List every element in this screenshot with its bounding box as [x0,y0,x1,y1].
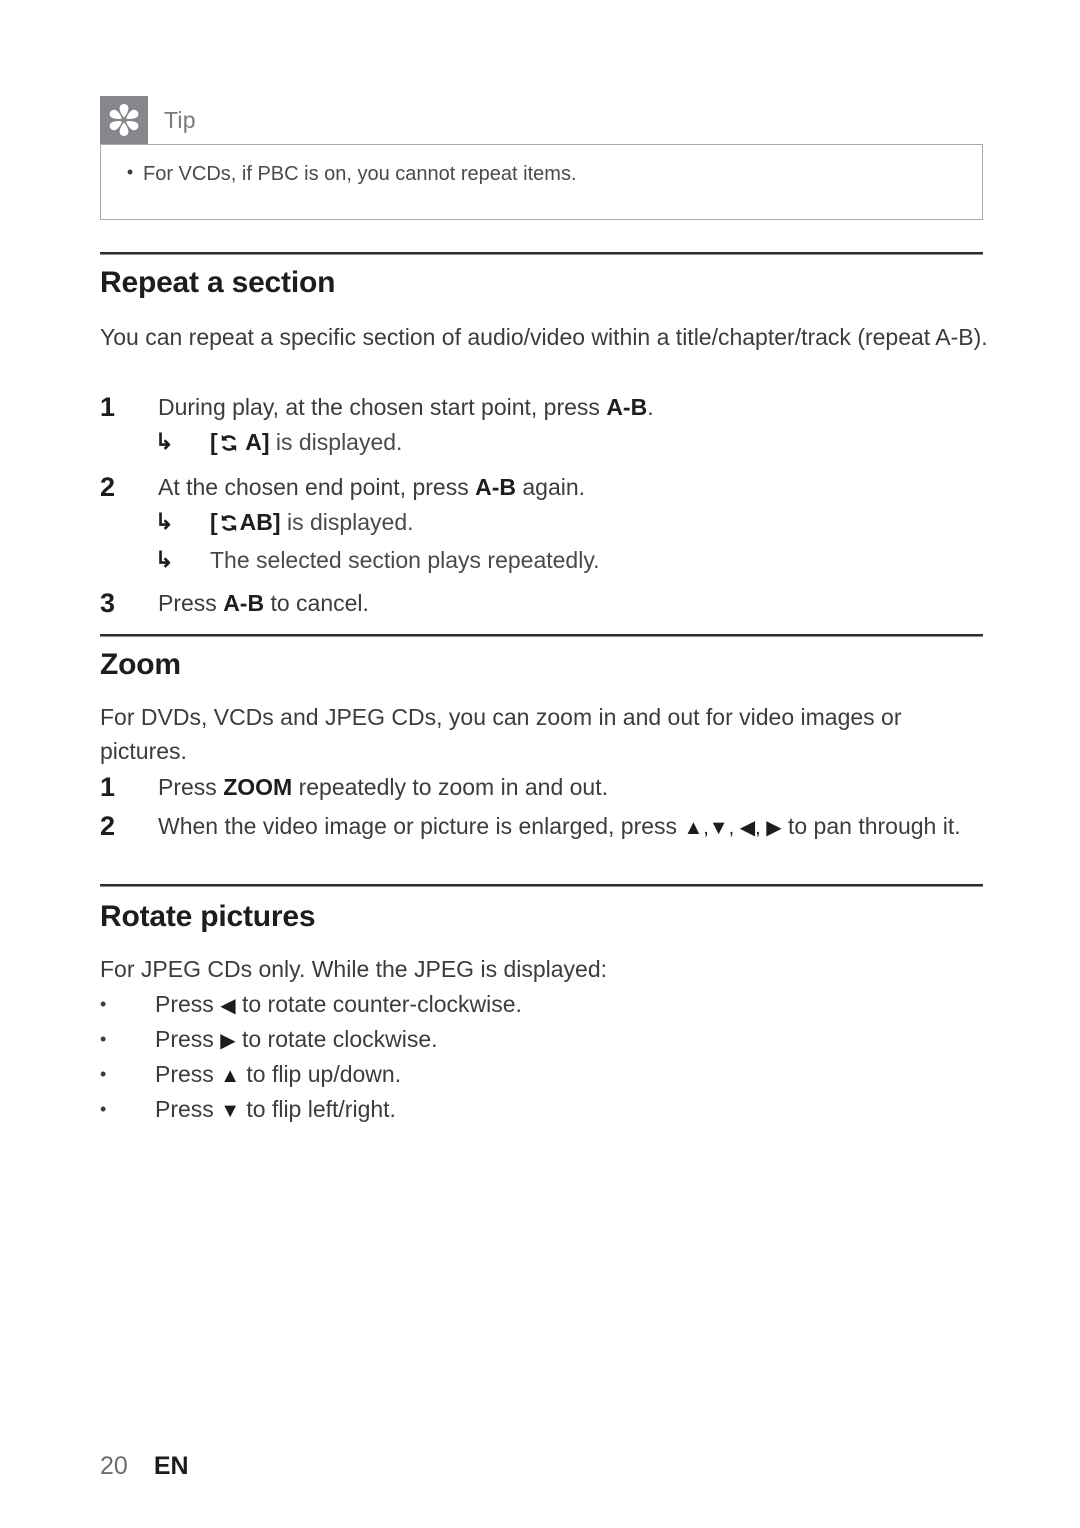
tip-note-text: For VCDs, if PBC is on, you cannot repea… [143,163,577,185]
rotate-bullet-cw: • Press ▶ to rotate clockwise. [100,1022,990,1056]
section-heading-repeat: Repeat a section [100,266,336,299]
step-text: Press ZOOM repeatedly to zoom in and out… [158,774,608,800]
step-number: 3 [100,588,116,618]
section-rule-zoom [100,634,983,637]
result-arrow-icon: ↳ [155,547,174,572]
key-label: A-B [475,474,516,500]
step-repeat-1: 1 During play, at the chosen start point… [100,390,990,424]
arrow-down-icon: ▼ [220,1100,240,1122]
tip-note-body: • For VCDs, if PBC is on, you cannot rep… [100,144,983,220]
result-arrow-icon: ↳ [155,509,174,534]
bullet-glyph: • [100,1029,107,1049]
section-heading-zoom: Zoom [100,648,181,681]
step-zoom-2: 2 When the video image or picture is enl… [100,809,990,843]
result-arrow-icon: ↳ [155,429,174,454]
bullet-text: Press ◀ to rotate counter-clockwise. [155,991,522,1017]
section-intro-zoom: For DVDs, VCDs and JPEG CDs, you can zoo… [100,704,902,764]
step-text: When the video image or picture is enlar… [158,813,961,839]
rotate-bullet-flip-leftright: • Press ▼ to flip left/right. [100,1092,990,1126]
subline-text: [AB] is displayed. [210,509,414,535]
step-number: 2 [100,472,116,502]
step-text: At the chosen end point, press A-B again… [158,474,586,500]
arrow-up-icon: ▲ [220,1065,240,1087]
section-rule-rotate [100,884,983,887]
bullet-glyph: • [100,1064,107,1084]
manual-page: Tip • For VCDs, if PBC is on, you cannot… [0,0,1080,1528]
tip-note-box: Tip • For VCDs, if PBC is on, you cannot… [100,96,983,220]
step-text: During play, at the chosen start point, … [158,394,654,420]
section-rule-repeat [100,252,983,255]
key-label: ZOOM [223,774,293,800]
arrow-right-icon: ▶ [220,1030,236,1052]
key-label: A-B [223,590,265,616]
subline-repeat-ab: ↳ [AB] is displayed. [155,505,985,539]
page-number: 20 [100,1452,128,1480]
tip-note-item: • For VCDs, if PBC is on, you cannot rep… [101,161,982,187]
bullet-glyph: • [100,1099,107,1119]
step-repeat-3: 3 Press A-B to cancel. [100,586,990,620]
key-label: A-B [606,394,648,420]
rotate-bullet-flip-updown: • Press ▲ to flip up/down. [100,1057,990,1091]
rotate-bullet-ccw: • Press ◀ to rotate counter-clockwise. [100,987,990,1021]
bullet-text: Press ▶ to rotate clockwise. [155,1026,438,1052]
step-zoom-1: 1 Press ZOOM repeatedly to zoom in and o… [100,770,990,804]
bullet-glyph: • [126,162,134,182]
section-heading-rotate: Rotate pictures [100,900,316,933]
subline-repeat-a: ↳ [ A] is displayed. [155,425,985,459]
repeat-icon [218,433,240,453]
subline-text: The selected section plays repeatedly. [210,547,600,573]
tip-starburst-icon [100,96,148,144]
page-footer: 20 EN [100,1452,189,1481]
section-intro-rotate: For JPEG CDs only. While the JPEG is dis… [100,956,608,982]
step-number: 2 [100,811,116,841]
step-repeat-2: 2 At the chosen end point, press A-B aga… [100,470,990,504]
bullet-glyph: • [100,994,107,1014]
dpad-arrows-icon: ▲,▼, ◀, ▶ [683,817,782,839]
bullet-text: Press ▼ to flip left/right. [155,1096,396,1122]
tip-note-title: Tip [164,106,196,133]
step-text: Press A-B to cancel. [158,590,369,616]
step-number: 1 [100,772,116,802]
step-number: 1 [100,392,116,422]
repeat-icon [218,513,240,533]
subline-text: [ A] is displayed. [210,429,403,455]
section-intro-repeat: You can repeat a specific section of aud… [100,324,988,350]
tip-note-header: Tip [100,96,983,144]
bullet-text: Press ▲ to flip up/down. [155,1061,402,1087]
page-language: EN [153,1452,189,1480]
subline-repeat-plays: ↳ The selected section plays repeatedly. [155,543,985,577]
arrow-left-icon: ◀ [220,995,236,1017]
